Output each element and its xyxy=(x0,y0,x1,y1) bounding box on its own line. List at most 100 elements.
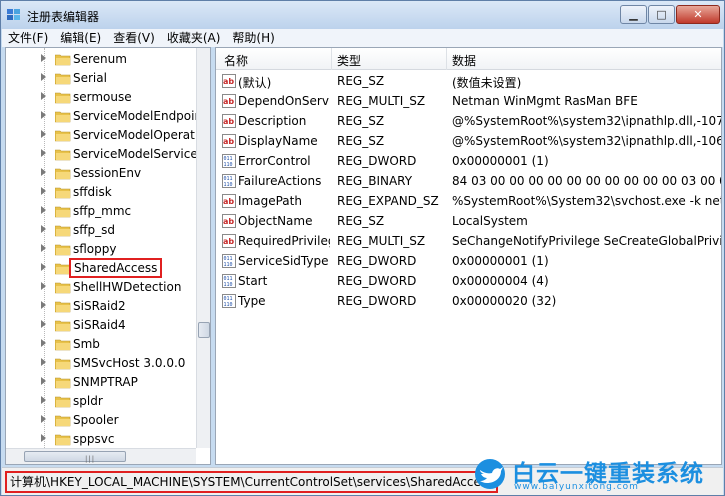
tree-horizontal-scrollbar[interactable]: ||| xyxy=(6,448,196,464)
string-value-icon: ab xyxy=(222,234,236,248)
tree-item-label: sffdisk xyxy=(73,185,112,199)
tree-item[interactable]: ServiceModelOperatio xyxy=(6,126,206,145)
registry-editor-window: 注册表编辑器 ▁ □ ✕ 文件(F) 编辑(E) 查看(V) 收藏夹(A) 帮助… xyxy=(0,0,725,496)
column-divider[interactable] xyxy=(446,48,447,70)
value-row[interactable]: ab DependOnService REG_MULTI_SZ Netman WinM… xyxy=(216,91,721,111)
folder-icon xyxy=(55,168,71,180)
tree-item[interactable]: SNMPTRAP xyxy=(6,373,196,392)
tree-item[interactable]: SiSRaid2 xyxy=(6,297,196,316)
maximize-button[interactable]: □ xyxy=(648,5,675,24)
value-row[interactable]: 011 110 FailureActions REG_BINARY 84 03 00 0… xyxy=(216,171,721,191)
binary-value-icon: 011110 xyxy=(222,174,236,188)
value-type: REG_MULTI_SZ xyxy=(337,234,426,248)
tree-item-label: sffp_sd xyxy=(73,223,116,237)
column-header-type[interactable]: 类型 xyxy=(337,52,361,69)
maximize-icon: □ xyxy=(656,8,667,21)
folder-icon xyxy=(55,339,71,351)
value-data: 0x00000004 (4) xyxy=(452,274,549,288)
tree-item[interactable]: SessionEnv xyxy=(6,164,196,183)
tree-item[interactable]: ServiceModelService 3 xyxy=(6,145,209,164)
tree-item[interactable]: sffp_sd xyxy=(6,221,196,240)
watermark-logo: 白云一键重装系统 www.baiyunxitong.com xyxy=(470,454,724,494)
menu-favorites[interactable]: 收藏夹(A) xyxy=(161,29,227,47)
menu-view[interactable]: 查看(V) xyxy=(107,29,161,47)
value-row[interactable]: ab DisplayName REG_SZ @%SystemRoot%\system3… xyxy=(216,131,721,151)
registry-key-tree[interactable]: Serenum Serial sermouse ServiceModelEndpoin… xyxy=(5,47,211,465)
tree-vertical-scrollbar[interactable] xyxy=(196,48,210,448)
tree-item-selected[interactable]: SharedAccess xyxy=(6,258,196,278)
value-data: @%SystemRoot%\system32\ipnathlp.dll,-107 xyxy=(452,114,721,128)
menu-edit[interactable]: 编辑(E) xyxy=(54,29,107,47)
value-data: @%SystemRoot%\system32\ipnathlp.dll,-106 xyxy=(452,134,721,148)
expand-arrow-icon[interactable] xyxy=(41,396,46,404)
expand-arrow-icon[interactable] xyxy=(41,339,46,347)
svg-text:110: 110 xyxy=(224,182,233,188)
tree-item-label: SharedAccess xyxy=(68,258,163,278)
expand-arrow-icon[interactable] xyxy=(41,244,46,252)
tree-item[interactable]: sffdisk xyxy=(6,183,196,202)
tree-item[interactable]: Spooler xyxy=(6,411,196,430)
value-row[interactable]: ab Description REG_SZ @%SystemRoot%\system3… xyxy=(216,111,721,131)
folder-icon xyxy=(55,130,71,142)
minimize-button[interactable]: ▁ xyxy=(620,5,647,24)
tree-item[interactable]: Serial xyxy=(6,69,196,88)
tree-item[interactable]: Smb xyxy=(6,335,196,354)
column-header-data[interactable]: 数据 xyxy=(452,52,476,69)
column-header-name[interactable]: 名称 xyxy=(224,52,248,69)
value-name: Type xyxy=(238,294,266,308)
expand-arrow-icon[interactable] xyxy=(41,168,46,176)
expand-arrow-icon[interactable] xyxy=(41,225,46,233)
expand-arrow-icon[interactable] xyxy=(41,320,46,328)
string-value-icon: ab xyxy=(222,214,236,228)
tree-item[interactable]: SMSvcHost 3.0.0.0 xyxy=(6,354,196,373)
value-row[interactable]: 011 110 ErrorControl REG_DWORD 0x00000001 (1… xyxy=(216,151,721,171)
minimize-icon: ▁ xyxy=(629,8,638,21)
value-row[interactable]: ab RequiredPrivileges REG_MULTI_SZ SeChange… xyxy=(216,231,721,251)
tree-item[interactable]: sppsvc xyxy=(6,430,196,449)
value-type: REG_DWORD xyxy=(337,254,417,268)
value-row[interactable]: ab ImagePath REG_EXPAND_SZ %SystemRoot%\Sys… xyxy=(216,191,721,211)
expand-arrow-icon[interactable] xyxy=(41,73,46,81)
expand-arrow-icon[interactable] xyxy=(41,149,46,157)
folder-icon xyxy=(55,415,71,427)
tree-vertical-scroll-thumb[interactable] xyxy=(198,322,210,338)
folder-icon xyxy=(55,396,71,408)
column-divider[interactable] xyxy=(331,48,332,70)
expand-arrow-icon[interactable] xyxy=(41,358,46,366)
expand-arrow-icon[interactable] xyxy=(41,282,46,290)
close-button[interactable]: ✕ xyxy=(676,5,720,24)
value-row[interactable]: 011 110 Type REG_DWORD 0x00000020 (32) xyxy=(216,291,721,311)
expand-arrow-icon[interactable] xyxy=(41,54,46,62)
value-row[interactable]: 011 110 Start REG_DWORD 0x00000004 (4) xyxy=(216,271,721,291)
expand-arrow-icon[interactable] xyxy=(41,434,46,442)
tree-item[interactable]: sffp_mmc xyxy=(6,202,196,221)
tree-item[interactable]: ShellHWDetection xyxy=(6,278,196,297)
tree-item-label: Serial xyxy=(73,71,107,85)
tree-item[interactable]: ServiceModelEndpoin xyxy=(6,107,202,126)
string-value-icon: ab xyxy=(222,134,236,148)
menu-file[interactable]: 文件(F) xyxy=(2,29,54,47)
tree-item[interactable]: spldr xyxy=(6,392,196,411)
tree-item[interactable]: SiSRaid4 xyxy=(6,316,196,335)
registry-value-list[interactable]: 名称 类型 数据 ab (默认) REG_SZ (数值未设置) ab DependOnSe… xyxy=(215,47,722,465)
tree-item[interactable]: sermouse xyxy=(6,88,196,107)
expand-arrow-icon[interactable] xyxy=(41,111,46,119)
tree-item[interactable]: sfloppy xyxy=(6,240,196,259)
tree-horizontal-scroll-thumb[interactable]: ||| xyxy=(24,451,126,463)
expand-arrow-icon[interactable] xyxy=(41,301,46,309)
expand-arrow-icon[interactable] xyxy=(41,263,46,271)
expand-arrow-icon[interactable] xyxy=(41,377,46,385)
tree-item[interactable]: Serenum xyxy=(6,50,196,69)
expand-arrow-icon[interactable] xyxy=(41,130,46,138)
value-row[interactable]: ab ObjectName REG_SZ LocalSystem xyxy=(216,211,721,231)
value-row[interactable]: 011 110 ServiceSidType REG_DWORD 0x00000001 … xyxy=(216,251,721,271)
expand-arrow-icon[interactable] xyxy=(41,92,46,100)
folder-icon xyxy=(55,111,71,123)
tree-item-label: sffp_mmc xyxy=(73,204,132,218)
tree-item-label: ShellHWDetection xyxy=(73,280,182,294)
value-row[interactable]: ab (默认) REG_SZ (数值未设置) xyxy=(216,71,721,91)
expand-arrow-icon[interactable] xyxy=(41,206,46,214)
menu-help[interactable]: 帮助(H) xyxy=(226,29,280,47)
expand-arrow-icon[interactable] xyxy=(41,415,46,423)
expand-arrow-icon[interactable] xyxy=(41,187,46,195)
